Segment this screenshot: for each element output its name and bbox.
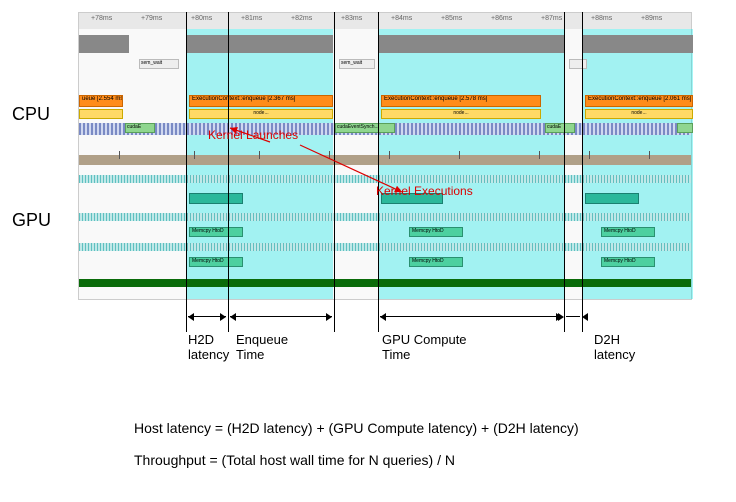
memcpy-bar: Memcpy HtoD [409,227,463,237]
h2d-label: H2D latency [188,332,229,362]
kernel-executions-label: Kernel Executions [376,184,473,198]
enqueue-arrow [230,316,332,317]
tick: +78ms [91,15,112,22]
tick: +79ms [141,15,162,22]
tick: +82ms [291,15,312,22]
enqueue-bar: ExecutionContext::enqueue [2.578 ms] [381,95,541,107]
gray-block [583,35,693,53]
gpu-compute-arrow [380,316,562,317]
tick: +88ms [591,15,612,22]
tick: +81ms [241,15,262,22]
cuda-bar: cudaE [545,123,575,133]
sem-wait-box [569,59,587,69]
d2h-label: D2H latency [594,332,635,362]
gray-block [379,35,565,53]
time-ruler: +78ms +79ms +80ms +81ms +82ms +83ms +84m… [79,13,691,29]
memcpy-bar: Memcpy HtoD [601,227,655,237]
cuda-bar [677,123,693,133]
guide-line [334,12,335,332]
sem-wait-box: sem_wait [339,59,375,69]
cuda-bar: cudaE [125,123,155,133]
tick: +83ms [341,15,362,22]
gpu-label: GPU [12,210,51,231]
cuda-sync-bar: cudaEventSynch... [335,123,395,133]
memcpy-bar: Memcpy HtoD [601,257,655,267]
enqueue-bar: ExecutionContext::enqueue [2.061 ms] [585,95,693,107]
guide-line [582,12,583,332]
guide-line [564,12,565,332]
memcpy-bar: Memcpy HtoD [409,257,463,267]
memcpy-bar: Memcpy HtoD [189,257,243,267]
cpu-label: CPU [12,104,50,125]
formula-throughput: Throughput = (Total host wall time for N… [134,452,455,468]
sem-wait-box: sem_wait [139,59,179,69]
h2d-arrow [188,316,226,317]
profiler-timeline: +78ms +79ms +80ms +81ms +82ms +83ms +84m… [78,12,692,300]
gpu-compute-label: GPU Compute Time [382,332,467,362]
formula-latency: Host latency = (H2D latency) + (GPU Comp… [134,420,579,436]
guide-line [186,12,187,332]
memcpy-bar: Memcpy HtoD [189,227,243,237]
guide-line [378,12,379,332]
gpu-stream-row [79,175,691,183]
tick: +80ms [191,15,212,22]
node-bar [79,109,123,119]
gpu-exec-block [189,193,243,204]
d2h-arrow [566,316,580,317]
enqueue-label: Enqueue Time [236,332,288,362]
gpu-stream-row-2 [79,213,691,221]
enqueue-bar: ueue [2.554 ms] [79,95,123,107]
tick: +85ms [441,15,462,22]
tick: +89ms [641,15,662,22]
gpu-bottom-row [79,279,691,287]
tick: +87ms [541,15,562,22]
tick: +86ms [491,15,512,22]
gray-block [79,35,129,53]
gpu-exec-block [585,193,639,204]
event-row [79,155,691,165]
guide-line [228,12,229,332]
kernel-launches-label: Kernel Launches [208,128,298,142]
node-bar: node... [585,109,693,119]
gpu-stream-row-3 [79,243,691,251]
gray-block [187,35,333,53]
node-bar: node... [189,109,333,119]
node-bar: node... [381,109,541,119]
tick: +84ms [391,15,412,22]
enqueue-bar: ExecutionContext::enqueue [2.367 ms] [189,95,333,107]
